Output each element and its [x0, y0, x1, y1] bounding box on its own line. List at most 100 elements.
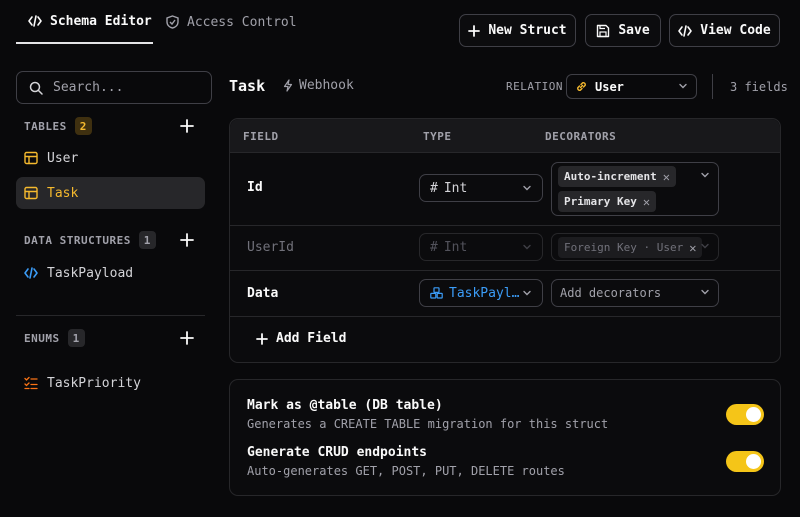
- relation-select[interactable]: User: [566, 74, 697, 99]
- decorators-select[interactable]: Foreign Key · User ✕: [551, 233, 719, 261]
- sidebar-item-label: User: [47, 150, 79, 166]
- webhook-label: Webhook: [299, 78, 354, 93]
- chevron-down-icon: [700, 242, 710, 250]
- shield-icon: [166, 15, 179, 29]
- relation-value: User: [595, 79, 624, 94]
- tab-access-control[interactable]: Access Control: [166, 0, 297, 44]
- boxes-icon: [430, 287, 443, 299]
- hash-icon: #: [430, 239, 438, 255]
- add-field-label: Add Field: [276, 331, 347, 346]
- type-value: Int: [443, 239, 468, 255]
- chevron-down-icon: [700, 171, 710, 179]
- table-icon: [24, 151, 38, 165]
- field-name: Data: [247, 286, 279, 301]
- add-data-structure-button[interactable]: [180, 233, 194, 247]
- sidebar-divider: [16, 315, 205, 316]
- enums-header: ENUMS 1: [24, 329, 85, 347]
- decorator-pill: Auto-increment ✕: [558, 166, 676, 187]
- row-divider: [230, 316, 780, 317]
- toggle-knob: [746, 454, 761, 469]
- new-struct-label: New Struct: [488, 23, 567, 38]
- code-icon: [678, 24, 693, 37]
- plus-icon: [256, 332, 268, 345]
- chevron-down-icon: [522, 289, 532, 297]
- field-count: 3 fields: [730, 80, 788, 94]
- sidebar-item-label: TaskPayload: [47, 265, 134, 281]
- tab-label: Schema Editor: [50, 13, 152, 29]
- code-icon: [28, 15, 42, 27]
- tab-schema-editor[interactable]: Schema Editor: [16, 0, 153, 44]
- remove-decorator-button[interactable]: ✕: [689, 241, 696, 255]
- chevron-down-icon: [700, 288, 710, 296]
- column-header-type: TYPE: [423, 130, 452, 143]
- tables-header: TABLES 2: [24, 117, 92, 135]
- plus-icon: [468, 24, 481, 37]
- field-name: UserId: [247, 240, 294, 255]
- column-header-field: FIELD: [243, 130, 279, 143]
- decorator-label: Primary Key: [564, 195, 637, 208]
- field-name: Id: [247, 180, 263, 195]
- search-placeholder: Search...: [53, 80, 124, 95]
- sidebar-item-label: TaskPriority: [47, 375, 141, 391]
- save-icon: [596, 24, 610, 38]
- decorator-label: Foreign Key · User: [564, 241, 684, 254]
- column-header-decorators: DECORATORS: [545, 130, 617, 143]
- decorator-pill: Primary Key ✕: [558, 191, 657, 212]
- save-button[interactable]: Save: [585, 14, 661, 47]
- chevron-down-icon: [678, 82, 688, 90]
- add-table-button[interactable]: [180, 119, 194, 133]
- type-select[interactable]: TaskPayl…: [419, 279, 543, 307]
- bolt-icon: [283, 79, 293, 92]
- remove-decorator-button[interactable]: ✕: [643, 195, 650, 209]
- add-field-button[interactable]: Add Field: [256, 331, 346, 346]
- type-value: TaskPayl…: [449, 285, 520, 301]
- code-icon: [24, 267, 38, 279]
- add-enum-button[interactable]: [180, 331, 194, 345]
- toggle-knob: [746, 407, 761, 422]
- new-struct-button[interactable]: New Struct: [459, 14, 576, 47]
- option-title: Mark as @table (DB table): [247, 398, 443, 413]
- header-separator: [712, 74, 713, 99]
- sidebar-item-taskpriority[interactable]: TaskPriority: [16, 367, 205, 399]
- type-select[interactable]: # Int: [419, 174, 543, 202]
- struct-options: Mark as @table (DB table) Generates a CR…: [229, 379, 781, 496]
- decorators-select[interactable]: Add decorators: [551, 279, 719, 307]
- crud-toggle[interactable]: [726, 451, 764, 472]
- decorators-select[interactable]: Auto-increment ✕ Primary Key ✕: [551, 162, 719, 216]
- view-code-label: View Code: [700, 23, 771, 38]
- chevron-down-icon: [522, 243, 532, 251]
- link-icon: [575, 80, 588, 93]
- view-code-button[interactable]: View Code: [669, 14, 780, 47]
- type-value: Int: [443, 180, 468, 196]
- fields-table: FIELD TYPE DECORATORS Id # Int Auto-incr…: [229, 118, 781, 363]
- relation-label: RELATION: [506, 80, 563, 93]
- data-structures-header: DATA STRUCTURES 1: [24, 231, 156, 249]
- search-input[interactable]: Search...: [16, 71, 212, 104]
- webhook-toggle[interactable]: Webhook: [283, 78, 354, 93]
- table-header: FIELD TYPE DECORATORS: [230, 119, 780, 153]
- decorator-label: Auto-increment: [564, 170, 657, 183]
- section-title: DATA STRUCTURES: [24, 233, 131, 247]
- decorators-placeholder: Add decorators: [560, 286, 662, 300]
- table-toggle[interactable]: [726, 404, 764, 425]
- sidebar-item-taskpayload[interactable]: TaskPayload: [16, 257, 205, 289]
- search-icon: [29, 81, 43, 95]
- tables-count-badge: 2: [74, 117, 92, 135]
- remove-decorator-button[interactable]: ✕: [663, 170, 670, 184]
- tab-label: Access Control: [187, 14, 297, 30]
- list-checks-icon: [24, 376, 38, 390]
- row-divider: [230, 270, 780, 271]
- sidebar-item-task[interactable]: Task: [16, 177, 205, 209]
- decorator-pill: Foreign Key · User ✕: [558, 237, 703, 258]
- option-description: Generates a CREATE TABLE migration for t…: [247, 417, 609, 431]
- data-structures-count-badge: 1: [138, 231, 156, 249]
- section-title: TABLES: [24, 119, 67, 133]
- option-title: Generate CRUD endpoints: [247, 445, 428, 460]
- option-description: Auto-generates GET, POST, PUT, DELETE ro…: [247, 464, 565, 478]
- sidebar-item-user[interactable]: User: [16, 142, 205, 174]
- table-icon: [24, 186, 38, 200]
- row-divider: [230, 225, 780, 226]
- struct-title: Task: [229, 77, 266, 95]
- type-select[interactable]: # Int: [419, 233, 543, 261]
- save-label: Save: [618, 23, 650, 38]
